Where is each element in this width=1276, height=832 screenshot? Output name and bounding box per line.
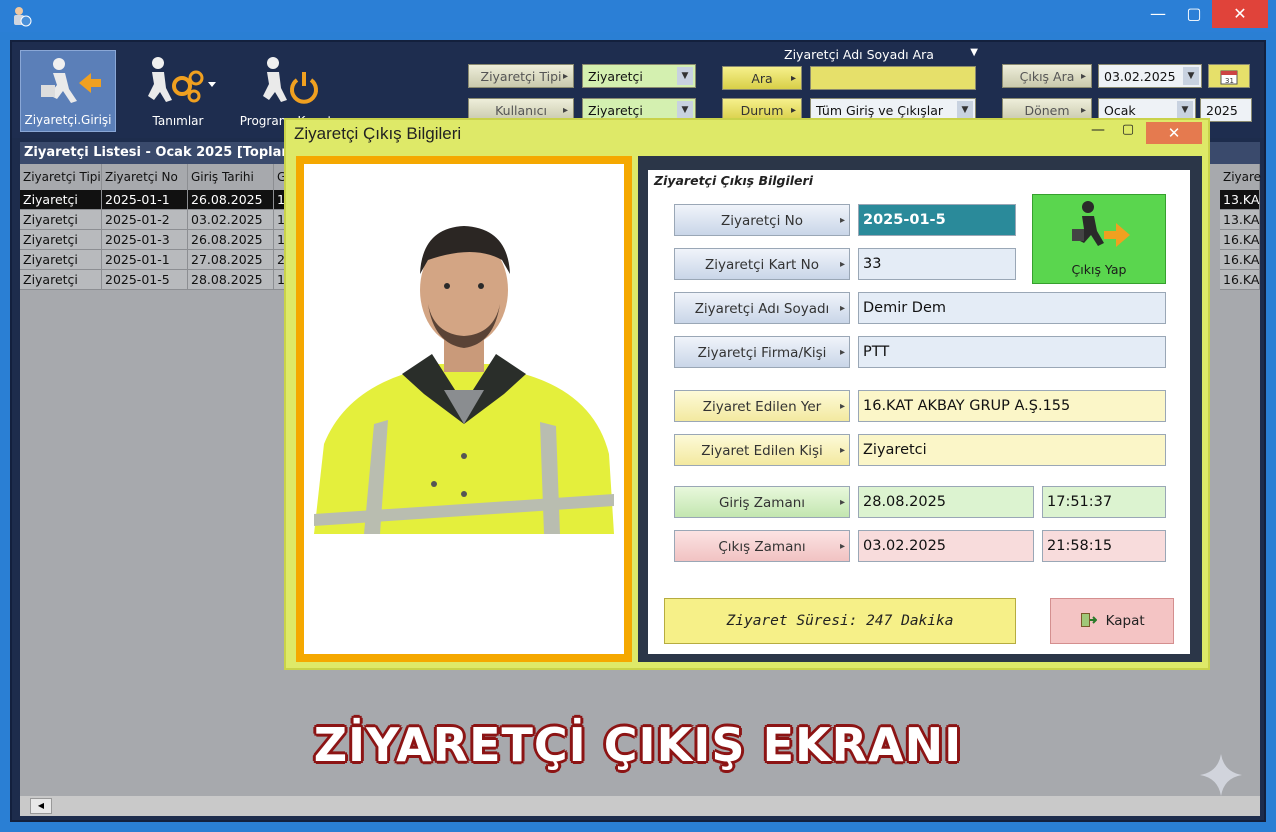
kart-no-label: Ziyaretçi Kart No [674,248,850,281]
table-cell[interactable]: 2025-01-5 [102,270,188,290]
cikis-date-value: 03.02.2025 [1104,69,1176,84]
chevron-down-icon[interactable]: ▼ [1183,67,1199,85]
ziyaretci-girisi-label: Ziyaretçi.Girişi [24,113,112,127]
ara-button[interactable]: Ara [722,66,802,91]
search-input[interactable] [810,66,976,90]
kapat-label: Kapat [1105,613,1145,629]
ziyaretci-no-field[interactable]: 2025-01-5 [858,204,1016,236]
table-cell[interactable]: 13.KA [1220,210,1260,230]
ziyaret-yer-label: Ziyaret Edilen Yer [674,390,850,423]
visitor-entry-icon [41,58,101,103]
table-cell[interactable]: 03.02.2025 [188,210,274,230]
ziyaretci-tipi-select[interactable]: Ziyaretçi ▼ [582,64,696,88]
window-titlebar: — ▢ ✕ [0,0,1276,32]
cikis-zamani-label: Çıkış Zamanı [674,530,850,563]
adi-soyadi-label: Ziyaretçi Adı Soyadı [674,292,850,325]
cikis-ara-button[interactable]: Çıkış Ara [1002,64,1092,89]
exit-door-icon [1081,613,1098,627]
horizontal-scrollbar[interactable]: ◀ [20,796,1260,816]
chevron-down-icon[interactable]: ▼ [677,101,693,119]
ziyaret-yer-field[interactable]: 16.KAT AKBAY GRUP A.Ş.155 [858,390,1166,422]
ziyaretci-tipi-label: Ziyaretçi Tipi [468,64,574,89]
kullanici-value: Ziyaretçi [588,103,643,118]
table-cell[interactable]: Ziyaretçi [20,270,102,290]
calendar-icon: 31 [1220,70,1238,85]
ziyaretci-no-label: Ziyaretçi No [674,204,850,237]
scroll-left-arrow-icon[interactable]: ◀ [30,798,52,814]
table-cell[interactable]: Ziyaretçi [20,250,102,270]
column-header-yer[interactable]: Ziyare [1220,164,1261,190]
table-cell[interactable]: 2025-01-1 [102,190,188,210]
ziyaretci-girisi-button[interactable]: Ziyaretçi.Girişi [20,50,116,132]
minimize-button[interactable]: — [1140,0,1176,28]
kart-no-field[interactable]: 33 [858,248,1016,280]
cikis-dialog: Ziyaretçi Çıkış Bilgileri — ▢ ✕ Ziyaretç… [284,118,1210,670]
table-cell[interactable]: 26.08.2025 [188,230,274,250]
table-cell[interactable]: 16.KA [1220,270,1260,290]
cikis-form: Ziyaretçi Çıkış Bilgileri Ziyaretçi No 2… [648,170,1190,654]
dialog-title: Ziyaretçi Çıkış Bilgileri [294,124,462,143]
giris-zamani-label: Giriş Zamanı [674,486,850,519]
column-header-tarih[interactable]: Giriş Tarihi [188,164,274,190]
firma-field[interactable]: PTT [858,336,1166,368]
chevron-down-icon[interactable]: ▼ [677,67,693,85]
visitor-photo [304,164,624,654]
ziyaretci-tipi-value: Ziyaretçi [588,69,643,84]
column-header-tip[interactable]: Ziyaretçi Tipi [20,164,102,190]
screen-caption: ZİYARETÇİ ÇIKIŞ EKRANI [313,718,963,772]
caret-down-icon[interactable]: ▼ [970,47,978,58]
app-person-icon [14,7,32,27]
table-cell[interactable]: 16.KA [1220,250,1260,270]
table-cell[interactable]: 13.KA [1220,190,1260,210]
settings-gears-icon [148,57,216,103]
chevron-down-icon[interactable]: ▼ [957,101,973,119]
cikis-yap-label: Çıkış Yap [1071,262,1127,277]
table-cell[interactable]: 2025-01-1 [102,250,188,270]
dialog-close-button[interactable]: ✕ [1146,122,1202,144]
giris-saat-field[interactable]: 17:51:37 [1042,486,1166,518]
tanimlar-button[interactable]: Tanımlar [130,50,226,132]
visitor-exit-icon [1072,201,1130,247]
giris-tarih-field[interactable]: 28.08.2025 [858,486,1034,518]
cikis-tarih-field[interactable]: 03.02.2025 [858,530,1034,562]
table-cell[interactable]: 2025-01-2 [102,210,188,230]
kapat-button[interactable]: Kapat [1050,598,1174,644]
ziyaret-suresi-display: Ziyaret Süresi: 247 Dakika [664,598,1016,644]
power-icon [263,57,318,104]
firma-label: Ziyaretçi Firma/Kişi [674,336,850,369]
table-cell[interactable]: 28.08.2025 [188,270,274,290]
sparkle-icon [1200,754,1242,796]
chevron-down-icon[interactable]: ▼ [1177,101,1193,119]
ziyaret-kisi-label: Ziyaret Edilen Kişi [674,434,850,467]
maximize-button[interactable]: ▢ [1176,0,1212,28]
adi-soyadi-field[interactable]: Demir Dem [858,292,1166,324]
table-cell[interactable]: 26.08.2025 [188,190,274,210]
table-cell[interactable]: 2025-01-3 [102,230,188,250]
dialog-maximize-button[interactable]: ▢ [1116,122,1140,144]
donem-month-value: Ocak [1104,103,1136,118]
dialog-minimize-button[interactable]: — [1086,122,1110,144]
close-button[interactable]: ✕ [1212,0,1268,28]
visitor-photo-frame [296,156,632,662]
table-cell[interactable]: Ziyaretçi [20,230,102,250]
search-caption-text: Ziyaretçi Adı Soyadı Ara [784,47,934,62]
search-caption: Ziyaretçi Adı Soyadı Ara ▼ [734,47,984,62]
ziyaret-kisi-field[interactable]: Ziyaretci [858,434,1166,466]
form-caption: Ziyaretçi Çıkış Bilgileri [654,173,813,188]
cikis-yap-button[interactable]: Çıkış Yap [1032,194,1166,284]
table-cell[interactable]: 16.KA [1220,230,1260,250]
column-header-no[interactable]: Ziyaretçi No [102,164,188,190]
cikis-saat-field[interactable]: 21:58:15 [1042,530,1166,562]
table-cell[interactable]: Ziyaretçi [20,210,102,230]
visitor-portrait-image [314,226,614,534]
svg-text:31: 31 [1225,77,1234,85]
table-cell[interactable]: 27.08.2025 [188,250,274,270]
calendar-button[interactable]: 31 [1208,64,1250,88]
durum-value: Tüm Giriş ve Çıkışlar [816,103,944,118]
cikis-date-picker[interactable]: 03.02.2025 ▼ [1098,64,1202,88]
table-cell[interactable]: Ziyaretçi [20,190,102,210]
tanimlar-label: Tanımlar [152,114,204,128]
